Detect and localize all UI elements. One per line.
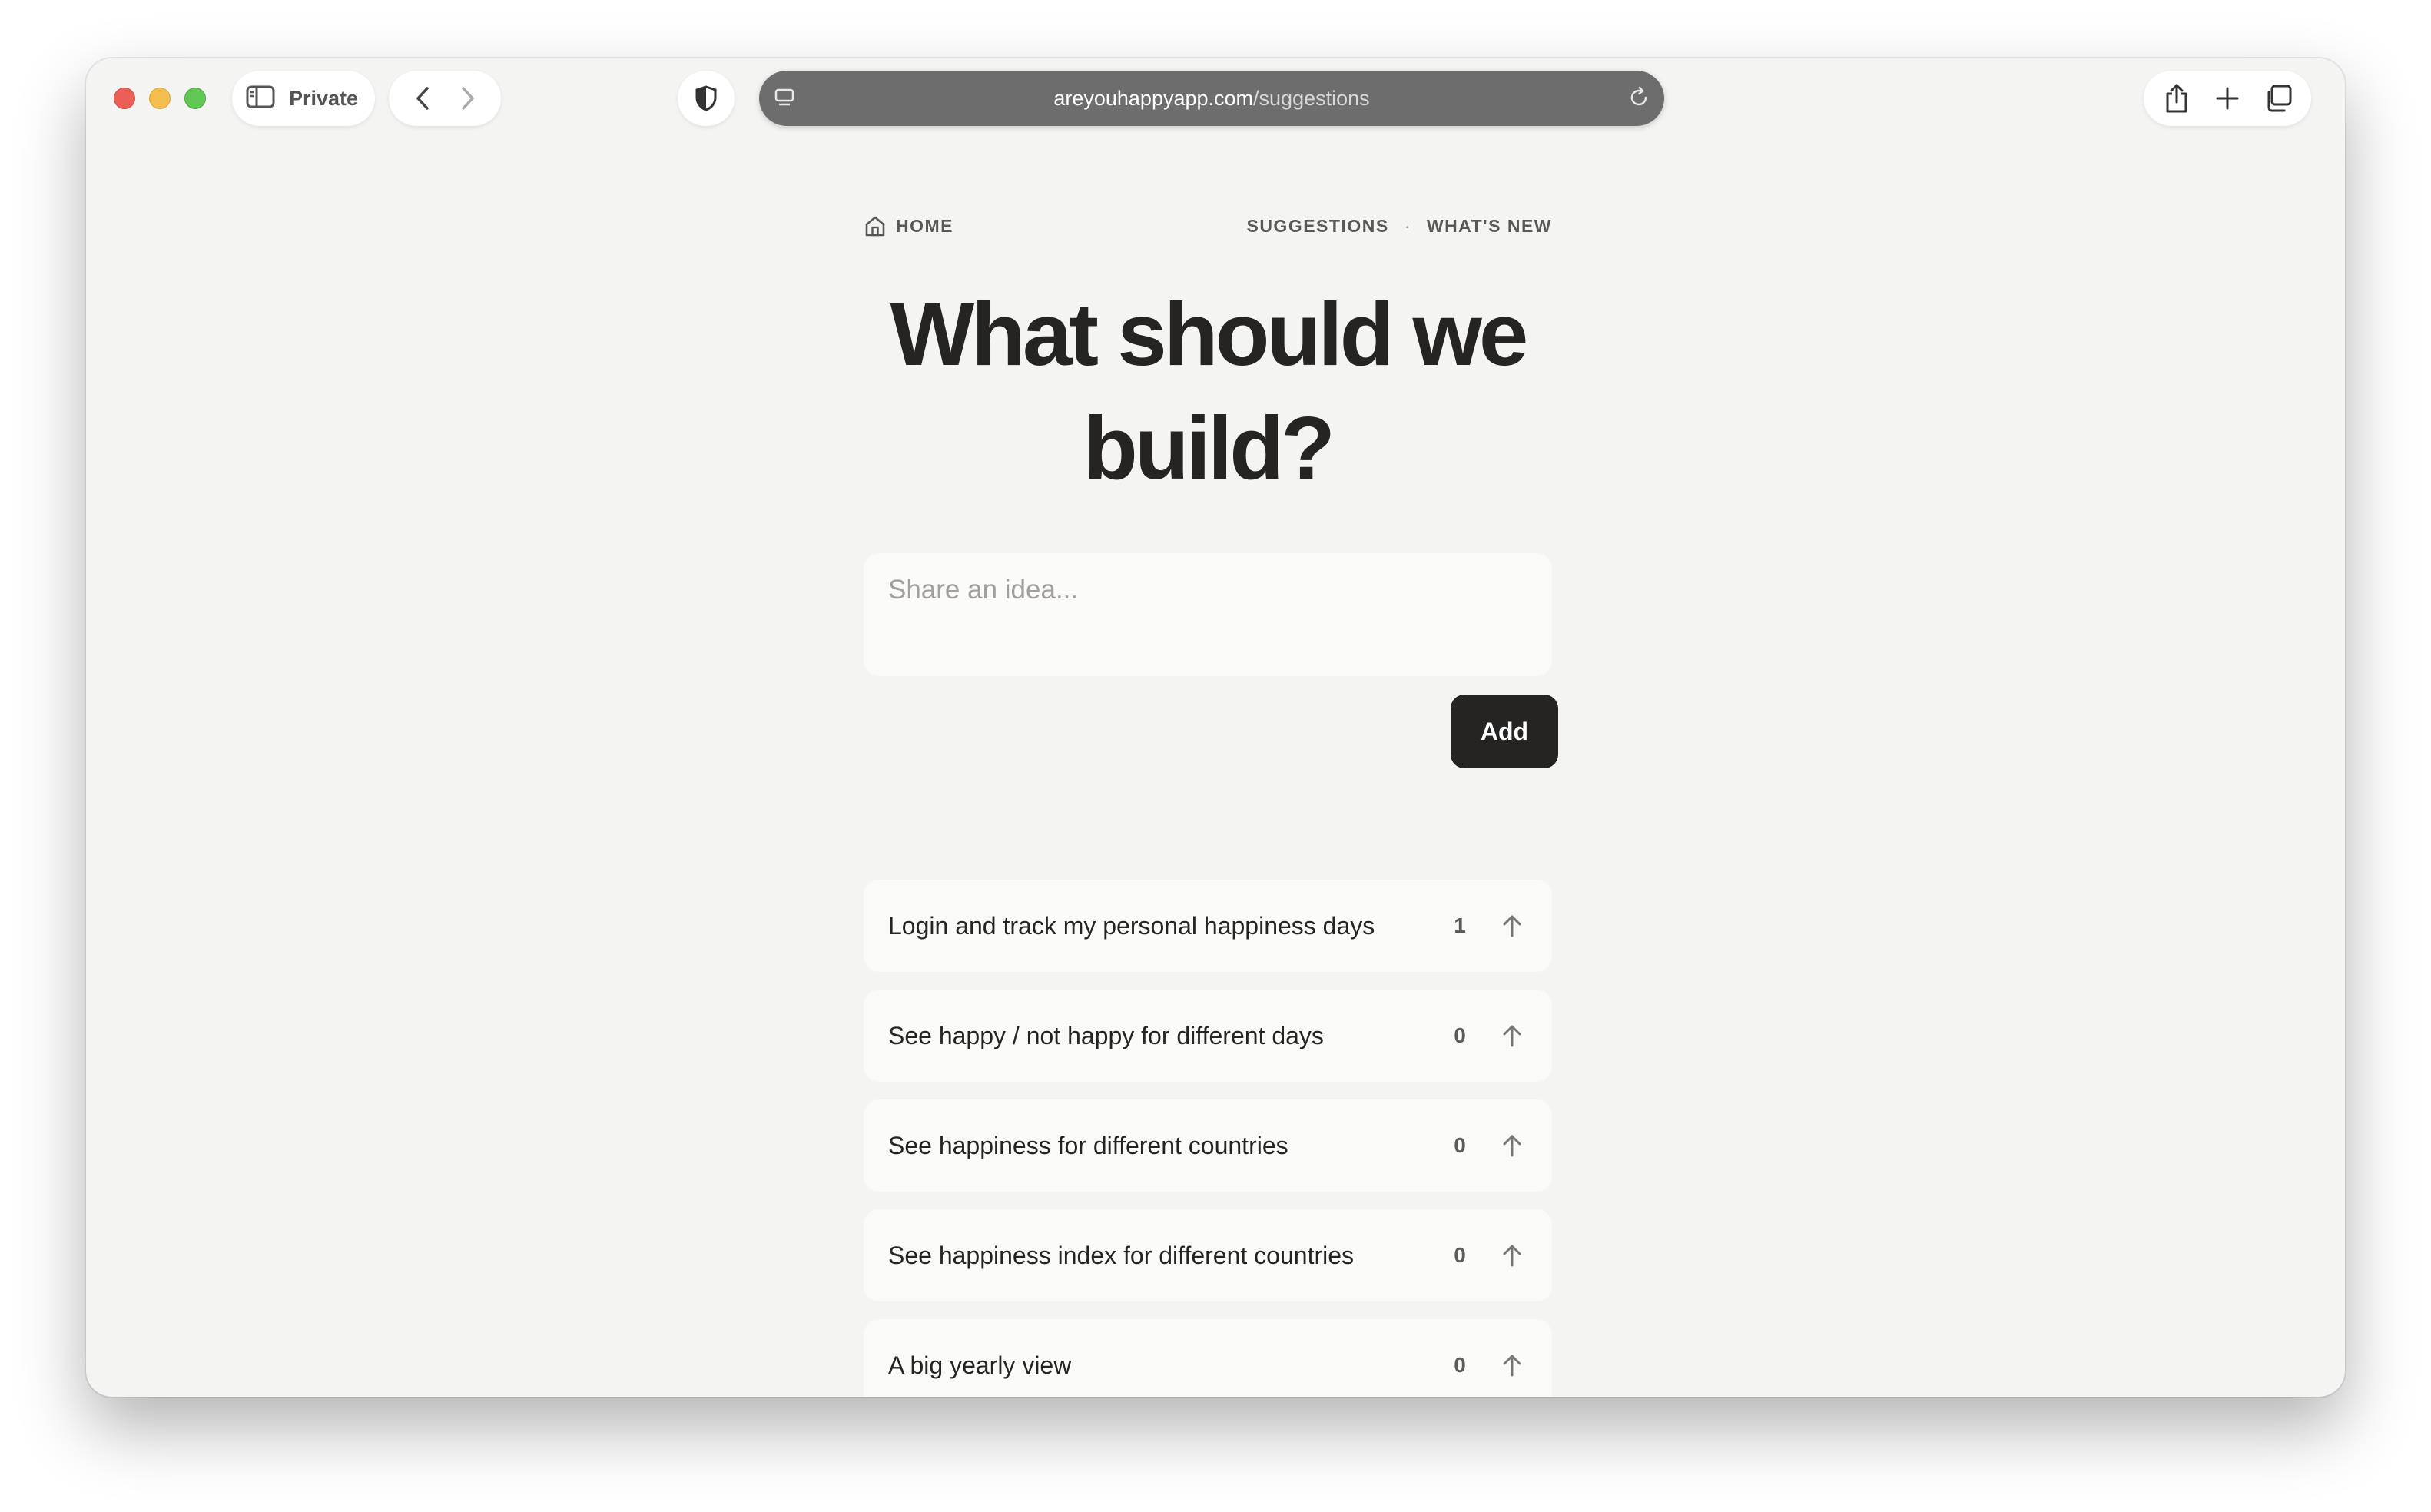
arrow-up-icon [1503,1135,1521,1157]
vote-count: 0 [1454,1133,1466,1157]
upvote-button[interactable] [1497,1020,1527,1051]
minimize-window-button[interactable] [149,88,171,109]
zoom-window-button[interactable] [184,88,206,109]
url-path: /suggestions [1253,86,1370,110]
suggestion-item: See happy / not happy for different days… [864,990,1552,1082]
plus-icon [2216,87,2239,110]
page-title-line2: build? [1083,398,1335,498]
upvote-button[interactable] [1497,1240,1527,1271]
forward-button[interactable] [446,77,489,120]
home-link[interactable]: HOME [864,214,953,237]
suggestion-text: See happy / not happy for different days [888,1021,1324,1049]
browser-window: Private areyouhappyapp.com/suggestions H… [86,58,2345,1397]
suggestion-item: Login and track my personal happiness da… [864,880,1552,972]
chevron-left-icon [416,87,429,110]
upvote-button[interactable] [1497,910,1527,941]
upvote-button[interactable] [1497,1350,1527,1381]
suggestions-link[interactable]: SUGGESTIONS [1246,216,1388,237]
private-label: Private [289,86,359,110]
suggestion-text: See happiness for different countries [888,1131,1288,1159]
page-title: What should we build? [864,277,1552,505]
sidebar-icon [246,85,275,112]
tab-overview-button[interactable] [2257,77,2300,120]
history-nav [389,71,501,126]
share-button[interactable] [2155,77,2198,120]
sidebar-private-button[interactable]: Private [232,71,375,126]
whats-new-link[interactable]: WHAT'S NEW [1427,216,1552,237]
new-tab-button[interactable] [2206,77,2249,120]
vote-count: 0 [1454,1243,1466,1267]
browser-toolbar: Private areyouhappyapp.com/suggestions [86,58,2345,137]
share-icon [2166,84,2187,113]
idea-input[interactable] [864,553,1552,676]
close-window-button[interactable] [114,88,135,109]
tabs-icon [2267,85,2292,112]
nav-separator: · [1404,215,1411,236]
address-bar[interactable]: areyouhappyapp.com/suggestions [759,71,1664,126]
upvote-button[interactable] [1497,1130,1527,1161]
suggestion-text: See happiness index for different countr… [888,1241,1355,1269]
suggestion-item: See happiness index for different countr… [864,1209,1552,1301]
suggestion-item: A big yearly view 0 [864,1319,1552,1397]
top-navigation: HOME SUGGESTIONS · WHAT'S NEW [864,211,1552,241]
vote-count: 1 [1454,914,1466,937]
arrow-up-icon [1503,1025,1521,1047]
suggestion-item: See happiness for different countries 0 [864,1099,1552,1192]
add-button[interactable]: Add [1451,695,1558,768]
reload-icon[interactable] [1627,86,1650,113]
suggestion-text: Login and track my personal happiness da… [888,911,1375,940]
suggestion-text: A big yearly view [888,1351,1072,1379]
privacy-shield-button[interactable] [678,71,735,126]
shield-icon [695,85,717,111]
arrow-up-icon [1503,915,1521,937]
page-menu-icon[interactable] [773,86,796,113]
arrow-up-icon [1503,1354,1521,1377]
arrow-up-icon [1503,1245,1521,1267]
nav-links: SUGGESTIONS · WHAT'S NEW [1246,216,1552,237]
back-button[interactable] [401,77,444,120]
chevron-right-icon [461,87,474,110]
toolbar-actions [2144,71,2311,126]
url-host: areyouhappyapp.com [1053,86,1254,110]
vote-count: 0 [1454,1023,1466,1047]
home-label: HOME [896,215,953,236]
vote-count: 0 [1454,1353,1466,1377]
home-icon [865,216,885,237]
page-title-line1: What should we [890,284,1529,384]
